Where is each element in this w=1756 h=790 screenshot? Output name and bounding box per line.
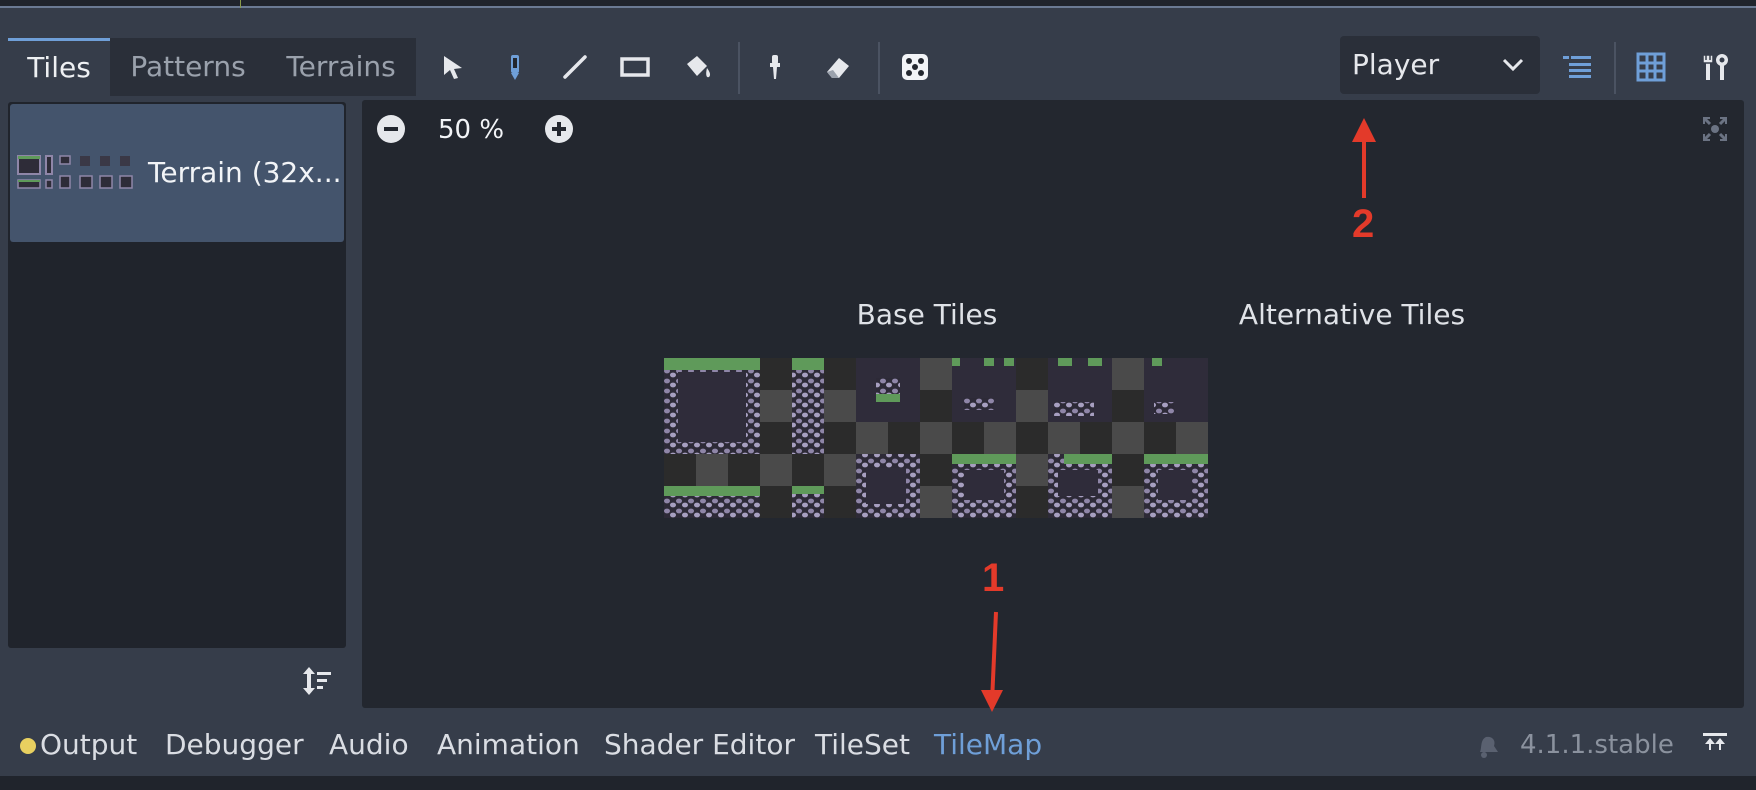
- alternative-tiles-title: Alternative Tiles: [1238, 298, 1466, 331]
- tilemap-toolbar: Tiles Patterns Terrains Player: [0, 24, 1756, 100]
- tools-icon: [1702, 54, 1728, 80]
- notifications-button[interactable]: [1472, 730, 1502, 764]
- center-view-button[interactable]: [1700, 114, 1730, 148]
- viewport-guide-line: [240, 0, 241, 8]
- sort-sources-button[interactable]: [300, 664, 334, 702]
- tab-audio[interactable]: Audio: [329, 714, 409, 776]
- tab-debugger[interactable]: Debugger: [165, 714, 304, 776]
- zoom-out-button[interactable]: [376, 114, 406, 148]
- bucket-fill-tool-button[interactable]: [670, 38, 728, 96]
- tileset-thumbnail: [17, 155, 133, 189]
- layers-list-icon: [1563, 56, 1591, 78]
- engine-version: 4.1.1.stable: [1520, 730, 1674, 760]
- grid-toggle-button[interactable]: [1622, 38, 1680, 96]
- toolbar-separator: [878, 42, 880, 94]
- editor-bottom-strip: [0, 776, 1756, 790]
- tile-atlas-view[interactable]: 50 % Base Tiles Alternative Tiles: [362, 100, 1744, 708]
- picker-tool-button[interactable]: [746, 38, 804, 96]
- paint-tool-button[interactable]: [486, 38, 544, 96]
- bell-icon: [1480, 736, 1498, 758]
- tab-patterns[interactable]: Patterns: [110, 38, 266, 96]
- tab-terrains[interactable]: Terrains: [266, 38, 416, 96]
- rect-tool-button[interactable]: [606, 38, 664, 96]
- select-icon: [444, 56, 462, 79]
- layer-select-value: Player: [1352, 48, 1440, 81]
- dice-icon: [902, 54, 928, 80]
- toolbar-separator: [1614, 42, 1616, 94]
- layers-highlight-button[interactable]: [1548, 38, 1606, 96]
- annotation-label-1: 1: [982, 556, 1005, 600]
- tile-atlas-image[interactable]: [664, 358, 1208, 518]
- tile-big-frame: [664, 358, 760, 454]
- picker-icon: [770, 55, 780, 79]
- center-view-icon: [1702, 116, 1728, 142]
- tab-output[interactable]: Output: [40, 714, 137, 776]
- bottom-panel-tabs: Output Debugger Audio Animation Shader E…: [0, 714, 1756, 776]
- eraser-tool-button[interactable]: [810, 38, 868, 96]
- output-status-dot: [20, 738, 36, 754]
- tab-tileset[interactable]: TileSet: [815, 714, 910, 776]
- expand-panel-icon: [1703, 733, 1727, 750]
- layer-select-dropdown[interactable]: Player: [1340, 36, 1540, 94]
- paint-icon: [511, 55, 519, 80]
- tile-column-frame: [792, 358, 824, 454]
- random-tile-button[interactable]: [886, 38, 944, 96]
- tools-settings-button[interactable]: [1686, 38, 1744, 96]
- line-tool-button[interactable]: [546, 38, 604, 96]
- bucket-fill-icon: [687, 56, 711, 78]
- line-icon: [563, 55, 587, 79]
- tileset-source-list: Terrain (32x...: [8, 102, 346, 648]
- tile-small-frame: [856, 358, 920, 422]
- tab-tiles[interactable]: Tiles: [8, 38, 110, 96]
- tileset-source-label: Terrain (32x...: [148, 156, 342, 189]
- editor-top-strip: [0, 0, 1756, 24]
- zoom-in-button[interactable]: [544, 114, 574, 148]
- tileset-source-item[interactable]: Terrain (32x...: [10, 104, 344, 242]
- base-tiles-title: Base Tiles: [856, 298, 998, 331]
- zoom-out-icon: [377, 115, 405, 143]
- rect-icon: [620, 57, 650, 77]
- tile-corner-set-a: [952, 358, 1016, 422]
- zoom-level[interactable]: 50 %: [426, 110, 516, 150]
- zoom-in-icon: [545, 115, 573, 143]
- toolbar-separator: [738, 42, 740, 94]
- grid-icon: [1636, 52, 1666, 82]
- sort-icon: [303, 667, 331, 695]
- annotation-label-2: 2: [1352, 202, 1375, 246]
- tab-animation[interactable]: Animation: [437, 714, 580, 776]
- expand-panel-button[interactable]: [1700, 730, 1730, 764]
- eraser-icon: [827, 58, 849, 78]
- top-viewport-edge: [0, 0, 1756, 8]
- select-tool-button[interactable]: [424, 38, 482, 96]
- tab-shader-editor[interactable]: Shader Editor: [604, 714, 795, 776]
- tab-tilemap[interactable]: TileMap: [934, 714, 1042, 776]
